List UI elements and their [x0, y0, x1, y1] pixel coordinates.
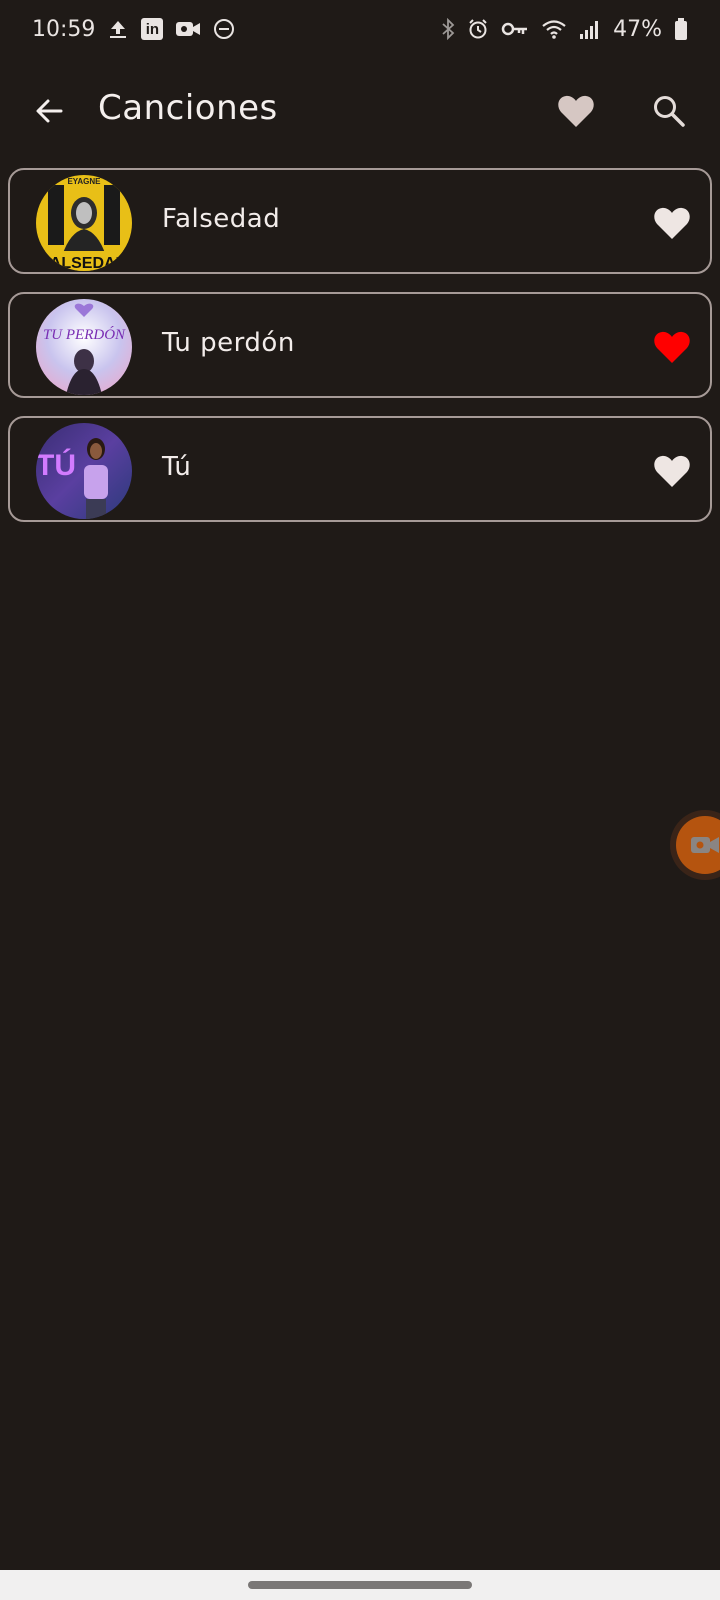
arrow-back-icon — [36, 99, 63, 123]
status-bar-left: 10:59 in — [32, 16, 235, 42]
do-not-disturb-icon — [213, 16, 235, 42]
song-item[interactable]: EYAGNE FALSEDAD Falsedad — [8, 168, 712, 274]
song-list: EYAGNE FALSEDAD Falsedad TU PERDÓN Tu pe… — [8, 168, 712, 540]
song-title: Tú — [162, 452, 192, 482]
cover-title-text: TÚ — [36, 448, 76, 482]
heart-filled-icon — [654, 331, 690, 363]
back-button[interactable] — [28, 90, 70, 132]
screen-recorder-bubble[interactable] — [676, 816, 720, 874]
status-bar: 10:59 in 47% — [0, 0, 720, 58]
song-item[interactable]: TU PERDÓN Tu perdón — [8, 292, 712, 398]
cover-title-text: FALSEDAD — [41, 255, 127, 271]
wifi-icon — [541, 16, 567, 42]
album-cover: TÚ — [36, 423, 132, 519]
video-camera-icon — [175, 16, 201, 42]
bluetooth-icon — [441, 16, 455, 42]
status-time: 10:59 — [32, 16, 96, 42]
song-title: Falsedad — [162, 204, 281, 234]
search-button[interactable] — [648, 90, 690, 132]
favorite-toggle[interactable] — [652, 451, 692, 491]
favorites-button[interactable] — [555, 90, 597, 132]
video-camera-icon — [691, 837, 719, 853]
album-cover: EYAGNE FALSEDAD — [36, 175, 132, 271]
vpn-key-icon — [501, 16, 529, 42]
linkedin-icon: in — [141, 16, 164, 42]
favorite-toggle[interactable] — [652, 327, 692, 367]
favorite-toggle[interactable] — [652, 203, 692, 243]
alarm-icon — [467, 16, 489, 42]
battery-icon — [674, 16, 688, 42]
album-cover: TU PERDÓN — [36, 299, 132, 395]
heart-icon — [558, 95, 594, 127]
signal-icon — [579, 16, 601, 42]
app-bar: Canciones — [0, 70, 720, 152]
gesture-nav-bar — [0, 1570, 720, 1600]
cover-artist-text: EYAGNE — [67, 177, 101, 186]
song-title: Tu perdón — [162, 328, 295, 358]
home-gesture-handle[interactable] — [248, 1581, 472, 1589]
status-bar-right: 47% — [441, 16, 688, 42]
battery-percent: 47% — [613, 16, 662, 42]
page-title: Canciones — [98, 88, 278, 128]
song-item[interactable]: TÚ Tú — [8, 416, 712, 522]
cover-title-text: TU PERDÓN — [43, 326, 126, 343]
heart-outline-icon — [654, 207, 690, 239]
search-icon — [654, 96, 685, 127]
heart-outline-icon — [654, 455, 690, 487]
upload-icon — [107, 16, 129, 42]
